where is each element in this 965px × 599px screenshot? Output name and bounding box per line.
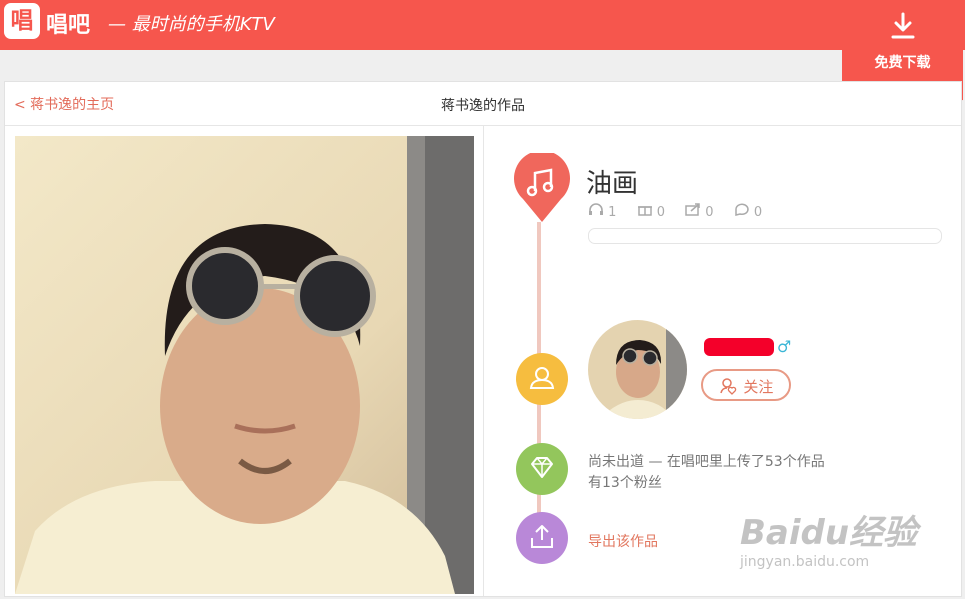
baidu-watermark-url: jingyan.baidu.com	[740, 554, 870, 570]
avatar-image	[588, 320, 687, 419]
comments-stat: 0	[734, 203, 770, 220]
follow-heart-icon	[719, 378, 736, 395]
export-timeline-node[interactable]	[516, 512, 568, 564]
shares-count: 0	[705, 205, 714, 220]
gifts-stat: 0	[637, 205, 678, 220]
diamond-icon	[531, 457, 553, 478]
baidu-watermark: Baidu经验	[740, 513, 918, 553]
follow-label: 关注	[743, 378, 774, 396]
gifts-count: 0	[656, 205, 665, 220]
download-label: 免费下载	[874, 55, 931, 71]
shares-stat: 0	[685, 203, 726, 220]
song-stats: 1 0 0 0	[588, 202, 778, 220]
top-bar: 唱 唱吧 — 最时尚的手机KTV	[0, 0, 965, 50]
panel-header: < 蒋书逸的主页 蒋书逸的作品	[5, 82, 961, 126]
export-work-link[interactable]: 导出该作品	[588, 531, 658, 551]
share-icon	[685, 203, 700, 216]
listens-stat: 1	[588, 203, 629, 220]
download-icon	[891, 12, 915, 39]
achievement-timeline-node	[516, 443, 568, 495]
follow-button[interactable]: 关注	[701, 369, 791, 401]
app-logo-icon[interactable]: 唱	[4, 3, 40, 39]
headphones-icon	[589, 203, 603, 215]
gift-icon	[637, 206, 652, 216]
column-divider	[483, 126, 484, 596]
upload-export-icon	[531, 525, 553, 548]
upload-info-text: 尚未出道 — 在唱吧里上传了53个作品	[588, 454, 825, 470]
gender-male-icon: ♂	[777, 337, 792, 356]
user-icon	[529, 367, 555, 389]
playback-progress-bar[interactable]	[588, 228, 942, 244]
comment-icon	[734, 203, 749, 216]
logo-icon-glyph: 唱	[10, 8, 34, 34]
redacted-username	[704, 338, 774, 356]
listens-count: 1	[608, 205, 617, 220]
comments-count: 0	[753, 205, 763, 220]
page-title: 蒋书逸的作品	[441, 98, 525, 114]
fans-count-text: 有13个粉丝	[588, 475, 662, 491]
song-title: 油画	[586, 169, 639, 199]
app-slogan: — 最时尚的手机KTV	[108, 14, 275, 35]
portrait-image	[15, 136, 474, 594]
app-logo-text[interactable]: 唱吧	[46, 7, 90, 39]
user-timeline-node	[516, 353, 568, 405]
work-photo	[15, 136, 474, 594]
avatar[interactable]	[588, 320, 687, 419]
music-note-icon	[514, 153, 570, 222]
